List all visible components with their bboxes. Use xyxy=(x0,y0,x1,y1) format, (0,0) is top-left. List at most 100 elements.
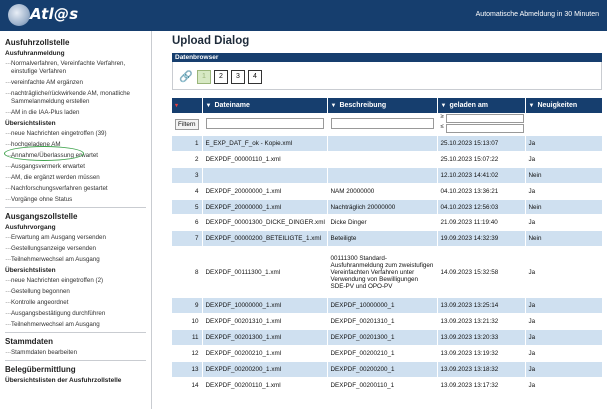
main-content: Upload Dialog Datenbrowser 🔗 1234 ▾ ▼ Dat… xyxy=(152,31,607,409)
sidebar-nav-link[interactable]: Ausgangsvermerk erwartet xyxy=(0,162,151,171)
cell-geladen-am: 13.09.2023 13:25:14 xyxy=(437,297,526,315)
table-row[interactable]: 11 DEXPDF_00201300_1.xml DEXPDF_00201300_1… xyxy=(172,329,603,346)
cell-dateiname[interactable]: DEXPDF_20000000_1.xml xyxy=(202,199,328,216)
cell-dateiname[interactable]: DEXPDF_00200210_1.xml xyxy=(202,345,328,362)
sidebar-nav-link[interactable]: neue Nachrichten eingetroffen (2) xyxy=(0,276,151,285)
cell-neuigkeiten: Ja xyxy=(525,377,603,394)
sidebar-nav-link[interactable]: Gestellungsanzeige versenden xyxy=(0,244,151,253)
cell-beschreibung xyxy=(327,167,438,184)
upload-table: ▾ ▼ Dateiname ▼ Beschreibung ▼ geladen am ▼… xyxy=(172,98,603,394)
sidebar-nav-link[interactable]: Vorgänge ohne Status xyxy=(0,195,151,204)
col-header-beschreibung[interactable]: ▼ Beschreibung xyxy=(327,98,438,113)
cell-dateiname[interactable]: DEXPDF_00200110_1.xml xyxy=(202,377,328,394)
cell-geladen-am: 13.09.2023 13:19:32 xyxy=(437,345,526,362)
table-row[interactable]: 10 DEXPDF_00201310_1.xml DEXPDF_00201310_1… xyxy=(172,313,603,331)
table-row[interactable]: 5 DEXPDF_20000000_1.xml Nachträglich 20000… xyxy=(172,199,603,216)
cell-beschreibung: DEXPDF_00201310_1 xyxy=(327,313,438,331)
cell-neuigkeiten: Ja xyxy=(525,361,603,378)
date-from-input[interactable] xyxy=(445,114,524,123)
cell-beschreibung: DEXPDF_00200210_1 xyxy=(327,345,438,362)
sidebar-nav-link[interactable]: Normalverfahren, Vereinfachte Verfahren,… xyxy=(0,59,151,76)
cell-dateiname[interactable]: DEXPDF_00000110_1.xml xyxy=(202,151,328,168)
link-icon[interactable]: 🔗 xyxy=(179,70,193,83)
cell-neuigkeiten: Ja xyxy=(525,151,603,168)
sidebar-section-title: Ausgangszollstelle xyxy=(5,212,78,221)
table-row[interactable]: 3 12.10.2023 14:41:02 Nein xyxy=(172,167,603,184)
sidebar-group-title: Übersichtslisten xyxy=(5,267,56,274)
cell-beschreibung: DEXPDF_00201300_1 xyxy=(327,329,438,346)
row-number: 6 xyxy=(172,214,203,232)
browser-toolbar: 🔗 1234 xyxy=(172,62,602,90)
cell-geladen-am: 14.09.2023 15:32:58 xyxy=(437,246,526,299)
sidebar-group-title: Ausfuhranmeldung xyxy=(5,50,65,57)
date-to-input[interactable] xyxy=(445,124,524,133)
table-row[interactable]: 4 DEXPDF_20000000_1.xml NAM 20000000 04.10.… xyxy=(172,183,603,200)
table-row[interactable]: 1 E_EXP_DAT_F_ok - Kopie.xml 25.10.2023 15… xyxy=(172,135,603,152)
table-row[interactable]: 2 DEXPDF_00000110_1.xml 25.10.2023 15:07:2… xyxy=(172,151,603,168)
highlight-ring xyxy=(4,146,84,161)
cell-dateiname[interactable]: E_EXP_DAT_F_ok - Kopie.xml xyxy=(202,135,328,152)
cell-dateiname[interactable] xyxy=(202,167,328,184)
sidebar-group-title: Übersichtslisten xyxy=(5,120,56,127)
table-row[interactable]: 6 DEXPDF_00001300_DICKE_DINGER.xml Dicke D… xyxy=(172,214,603,232)
page-button[interactable]: 1 xyxy=(197,70,211,84)
col-header-geladen-am[interactable]: ▼ geladen am xyxy=(437,98,526,113)
page-button[interactable]: 4 xyxy=(248,70,262,84)
cell-geladen-am: 13.09.2023 13:20:33 xyxy=(437,329,526,346)
row-number: 5 xyxy=(172,199,203,216)
table-header-row: ▾ ▼ Dateiname ▼ Beschreibung ▼ geladen am ▼… xyxy=(172,98,603,113)
cell-dateiname[interactable]: DEXPDF_10000000_1.xml xyxy=(202,297,328,315)
sidebar-nav-link[interactable]: Kontrolle angeordnet xyxy=(0,298,151,307)
cell-beschreibung xyxy=(327,135,438,152)
filter-dateiname-input[interactable] xyxy=(205,118,324,129)
row-number: 8 xyxy=(172,246,203,299)
sidebar-nav-link[interactable]: vereinfachte AM ergänzen xyxy=(0,78,151,87)
table-row[interactable]: 7 DEXPDF_00000200_BETEILIGTE_1.xml Beteili… xyxy=(172,230,603,248)
cell-neuigkeiten: Ja xyxy=(525,135,603,152)
cell-geladen-am: 04.10.2023 13:36:21 xyxy=(437,183,526,200)
sidebar-nav-link[interactable]: neue Nachrichten eingetroffen (39) xyxy=(0,129,151,138)
cell-neuigkeiten: Nein xyxy=(525,199,603,216)
filter-button[interactable]: Filtern xyxy=(175,118,199,130)
sidebar-nav-link[interactable]: Erwartung am Ausgang versenden xyxy=(0,233,151,242)
cell-dateiname[interactable]: DEXPDF_20000000_1.xml xyxy=(202,183,328,200)
table-row[interactable]: 13 DEXPDF_00200200_1.xml DEXPDF_00200200_1… xyxy=(172,361,603,378)
cell-dateiname[interactable]: DEXPDF_00201300_1.xml xyxy=(202,329,328,346)
col-header-neuigkeiten[interactable]: ▼ Neuigkeiten xyxy=(525,98,603,113)
pagination: 1234 xyxy=(197,70,262,84)
cell-beschreibung: DEXPDF_00200200_1 xyxy=(327,361,438,378)
sidebar-nav-link[interactable]: Gestellung begonnen xyxy=(0,287,151,296)
cell-dateiname[interactable]: DEXPDF_00111300_1.xml xyxy=(202,246,328,299)
cell-beschreibung xyxy=(327,151,438,168)
sidebar-nav-link[interactable]: Teilnehmerwechsel am Ausgang xyxy=(0,255,151,264)
sidebar-group-title: Übersichtslisten der Ausfuhrzollstelle xyxy=(5,377,122,384)
table-row[interactable]: 12 DEXPDF_00200210_1.xml DEXPDF_00200210_1… xyxy=(172,345,603,362)
page-button[interactable]: 2 xyxy=(214,70,228,84)
sidebar-nav-link[interactable]: nachträgliche/rückwirkende AM, monatlich… xyxy=(0,89,151,106)
table-row[interactable]: 8 DEXPDF_00111300_1.xml 00111300 Standard-… xyxy=(172,246,603,299)
table-row[interactable]: 9 DEXPDF_10000000_1.xml DEXPDF_10000000_1 1… xyxy=(172,297,603,315)
sidebar-nav-link[interactable]: Stammdaten bearbeiten xyxy=(0,348,151,357)
page-button[interactable]: 3 xyxy=(231,70,245,84)
select-all-header[interactable]: ▾ xyxy=(172,98,203,113)
cell-dateiname[interactable]: DEXPDF_00000200_BETEILIGTE_1.xml xyxy=(202,230,328,248)
sidebar-nav-link[interactable]: Nachforschungsverfahren gestartet xyxy=(0,184,151,193)
cell-neuigkeiten: Ja xyxy=(525,183,603,200)
sidebar-nav-link[interactable]: Teilnehmerwechsel am Ausgang xyxy=(0,320,151,329)
sidebar-nav-link[interactable]: AM, die ergänzt werden müssen xyxy=(0,173,151,182)
cell-beschreibung: DEXPDF_00200110_1 xyxy=(327,377,438,394)
sidebar-nav-link[interactable]: AM in die IAA-Plus laden xyxy=(0,108,151,117)
row-number: 4 xyxy=(172,183,203,200)
col-header-dateiname[interactable]: ▼ Dateiname xyxy=(202,98,328,113)
globe-icon xyxy=(8,4,30,26)
filter-beschreibung-input[interactable] xyxy=(330,118,434,129)
cell-neuigkeiten: Ja xyxy=(525,313,603,331)
cell-dateiname[interactable]: DEXPDF_00201310_1.xml xyxy=(202,313,328,331)
cell-dateiname[interactable]: DEXPDF_00001300_DICKE_DINGER.xml xyxy=(202,214,328,232)
table-row[interactable]: 14 DEXPDF_00200110_1.xml DEXPDF_00200110_1… xyxy=(172,377,603,394)
filter-row: Filtern ≥ ≤ xyxy=(172,113,603,136)
cell-dateiname[interactable]: DEXPDF_00200200_1.xml xyxy=(202,361,328,378)
cell-neuigkeiten: Ja xyxy=(525,214,603,232)
cell-neuigkeiten: Nein xyxy=(525,230,603,248)
sidebar-nav-link[interactable]: Ausgangsbestätigung durchführen xyxy=(0,309,151,318)
